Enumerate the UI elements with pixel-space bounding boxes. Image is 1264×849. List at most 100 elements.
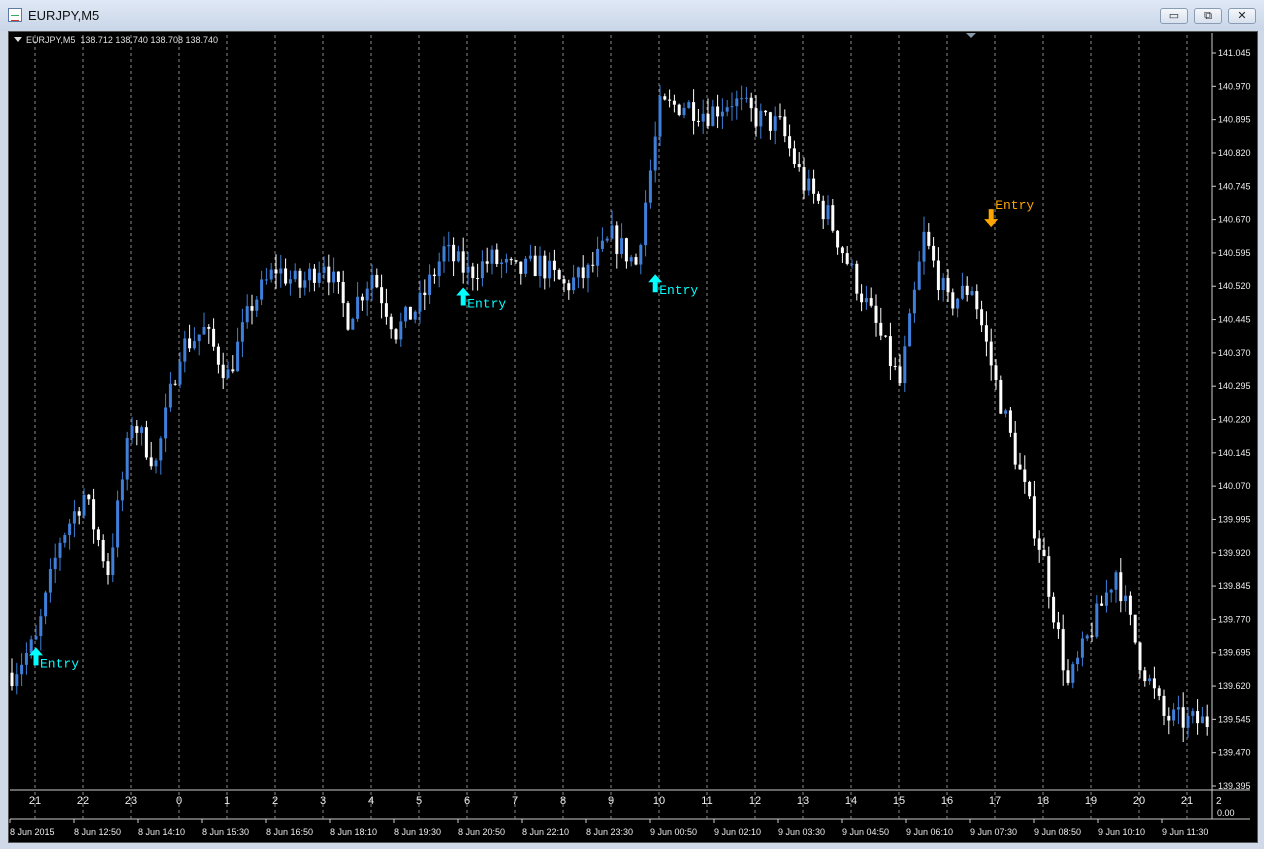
candle-body xyxy=(360,296,364,301)
candle-body xyxy=(821,200,825,220)
candle-body xyxy=(893,365,897,367)
candle-body xyxy=(989,341,993,366)
candle-body xyxy=(764,110,768,113)
time-label: 9 Jun 00:50 xyxy=(650,827,697,837)
hour-label: 17 xyxy=(989,795,1001,807)
candle-body xyxy=(1090,635,1094,637)
candle-body xyxy=(370,274,374,289)
candle-body xyxy=(956,298,960,309)
candle-body xyxy=(860,293,864,303)
candle-body xyxy=(591,264,595,266)
candle-body xyxy=(932,245,936,261)
candle-body xyxy=(826,205,830,220)
candle-body xyxy=(404,306,408,322)
candle-body xyxy=(466,266,470,273)
candle-body xyxy=(840,247,844,254)
candle-body xyxy=(615,225,619,254)
hour-label: 20 xyxy=(1133,795,1145,807)
candle-body xyxy=(509,258,513,261)
candle-body xyxy=(1061,629,1065,671)
price-label: 140.670 xyxy=(1218,215,1251,225)
candle-body xyxy=(696,120,700,122)
candle-body xyxy=(1196,711,1200,724)
candle-body xyxy=(975,291,979,310)
candle-body xyxy=(999,380,1003,414)
hour-label: 2 xyxy=(1216,796,1222,807)
candle-body xyxy=(1133,614,1137,643)
candle-body xyxy=(1104,592,1108,606)
candle-body xyxy=(495,249,499,264)
hour-label: 7 xyxy=(512,795,518,807)
entry-label: Entry xyxy=(659,283,698,298)
candle-body xyxy=(548,260,552,279)
time-label: 9 Jun 11:30 xyxy=(1162,827,1208,837)
candle-body xyxy=(792,148,796,165)
candle-body xyxy=(293,270,297,280)
candle-body xyxy=(754,108,758,127)
candle-body xyxy=(1205,716,1209,728)
candle-body xyxy=(1138,642,1142,671)
time-label: 8 Jun 16:50 xyxy=(266,827,313,837)
candle-body xyxy=(24,652,28,665)
candle-body xyxy=(173,383,177,385)
candle-body xyxy=(788,136,792,149)
candle-body xyxy=(730,106,734,108)
candle-body xyxy=(1071,664,1075,683)
candle-body xyxy=(279,268,283,274)
candle-body xyxy=(778,116,782,118)
candle-body xyxy=(874,305,878,323)
candle-body xyxy=(994,365,998,381)
candle-body xyxy=(149,457,153,467)
candle-body xyxy=(936,260,940,291)
price-label: 139.470 xyxy=(1218,748,1251,758)
candle-body xyxy=(951,292,955,309)
chart-ohlc: 138.712 138.740 138.708 138.740 xyxy=(80,35,219,45)
candlestick-chart[interactable]: 21 22 23 0 1 2 3 4 5 6 7 8 9 10 11 12 13 14 15 16 17 18 19 20 21… xyxy=(0,0,1264,849)
candle-body xyxy=(1028,481,1032,497)
candle-body xyxy=(456,251,460,262)
candle-body xyxy=(927,231,931,246)
candle-body xyxy=(154,460,158,467)
price-label: 140.370 xyxy=(1218,348,1251,358)
time-label: 8 Jun 2015 xyxy=(10,827,55,837)
candle-body xyxy=(912,289,916,314)
candle-body xyxy=(720,111,724,117)
candle-body xyxy=(648,170,652,203)
candle-body xyxy=(1167,715,1171,721)
time-label: 9 Jun 10:10 xyxy=(1098,827,1145,837)
candle-body xyxy=(586,264,590,279)
price-label: 140.895 xyxy=(1218,115,1251,125)
candle-body xyxy=(428,274,432,296)
price-label: 141.045 xyxy=(1218,48,1251,58)
candle-body xyxy=(192,341,196,349)
candle-body xyxy=(216,346,220,365)
hour-label: 9 xyxy=(608,795,614,807)
candle-body xyxy=(447,244,451,247)
candle-body xyxy=(1200,716,1204,724)
candle-body xyxy=(72,511,76,524)
entry-label: Entry xyxy=(467,297,506,312)
candle-body xyxy=(423,292,427,296)
price-label: 140.295 xyxy=(1218,381,1251,391)
candle-body xyxy=(356,296,360,319)
collapse-triangle-icon[interactable] xyxy=(14,37,22,42)
time-label: 9 Jun 08:50 xyxy=(1034,827,1081,837)
chart-symbol: EURJPY,M5 xyxy=(26,35,76,45)
candle-body xyxy=(476,278,480,280)
candle-body xyxy=(308,268,312,281)
candle-body xyxy=(92,499,96,530)
hour-label: 13 xyxy=(797,795,809,807)
candle-body xyxy=(250,306,254,311)
candle-body xyxy=(365,288,369,301)
candle-body xyxy=(1181,707,1185,728)
candle-body xyxy=(298,270,302,288)
candle-body xyxy=(802,167,806,191)
candle-body xyxy=(408,306,412,320)
candle-body xyxy=(783,116,787,137)
hour-label: 21 xyxy=(1181,795,1193,807)
candle-body xyxy=(394,329,398,340)
sub-axis-value: 0.00 xyxy=(1217,808,1235,818)
candle-body xyxy=(120,479,124,501)
time-label: 8 Jun 12:50 xyxy=(74,827,121,837)
candle-body xyxy=(538,255,542,277)
